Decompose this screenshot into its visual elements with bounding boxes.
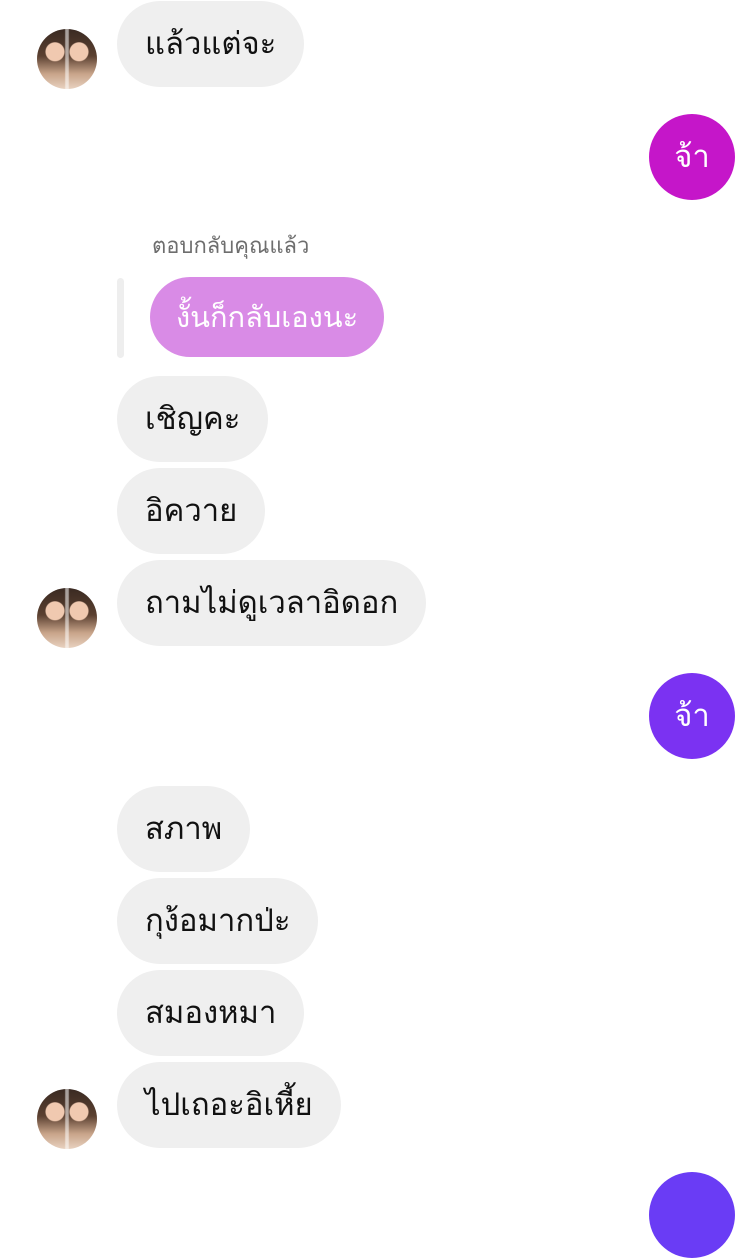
reply-quote-bar: [117, 278, 124, 358]
contact-avatar[interactable]: [37, 588, 97, 648]
message-bubble-incoming[interactable]: สมองหมา: [117, 970, 305, 1056]
message-bubble-incoming[interactable]: ถามไม่ดูเวลาอิดอก: [117, 560, 427, 646]
message-bubble-incoming[interactable]: แล้วแต่จะ: [117, 1, 305, 87]
message-bubble-outgoing-partial[interactable]: [649, 1172, 735, 1258]
message-bubble-incoming[interactable]: เชิญคะ: [117, 376, 269, 462]
message-bubble-incoming[interactable]: ไปเถอะอิเหี้ย: [117, 1062, 341, 1148]
reply-label: ตอบกลับคุณแล้ว: [152, 234, 310, 259]
message-bubble-outgoing[interactable]: จ้า: [649, 673, 735, 759]
contact-avatar[interactable]: [37, 1089, 97, 1149]
contact-avatar[interactable]: [37, 29, 97, 89]
message-bubble-incoming[interactable]: กุง้อมากป่ะ: [117, 878, 319, 964]
message-bubble-outgoing[interactable]: จ้า: [649, 114, 735, 200]
message-bubble-incoming[interactable]: อิควาย: [117, 468, 266, 554]
quoted-message-bubble[interactable]: งั้นก็กลับเองนะ: [150, 277, 385, 357]
message-bubble-incoming[interactable]: สภาพ: [117, 786, 251, 872]
